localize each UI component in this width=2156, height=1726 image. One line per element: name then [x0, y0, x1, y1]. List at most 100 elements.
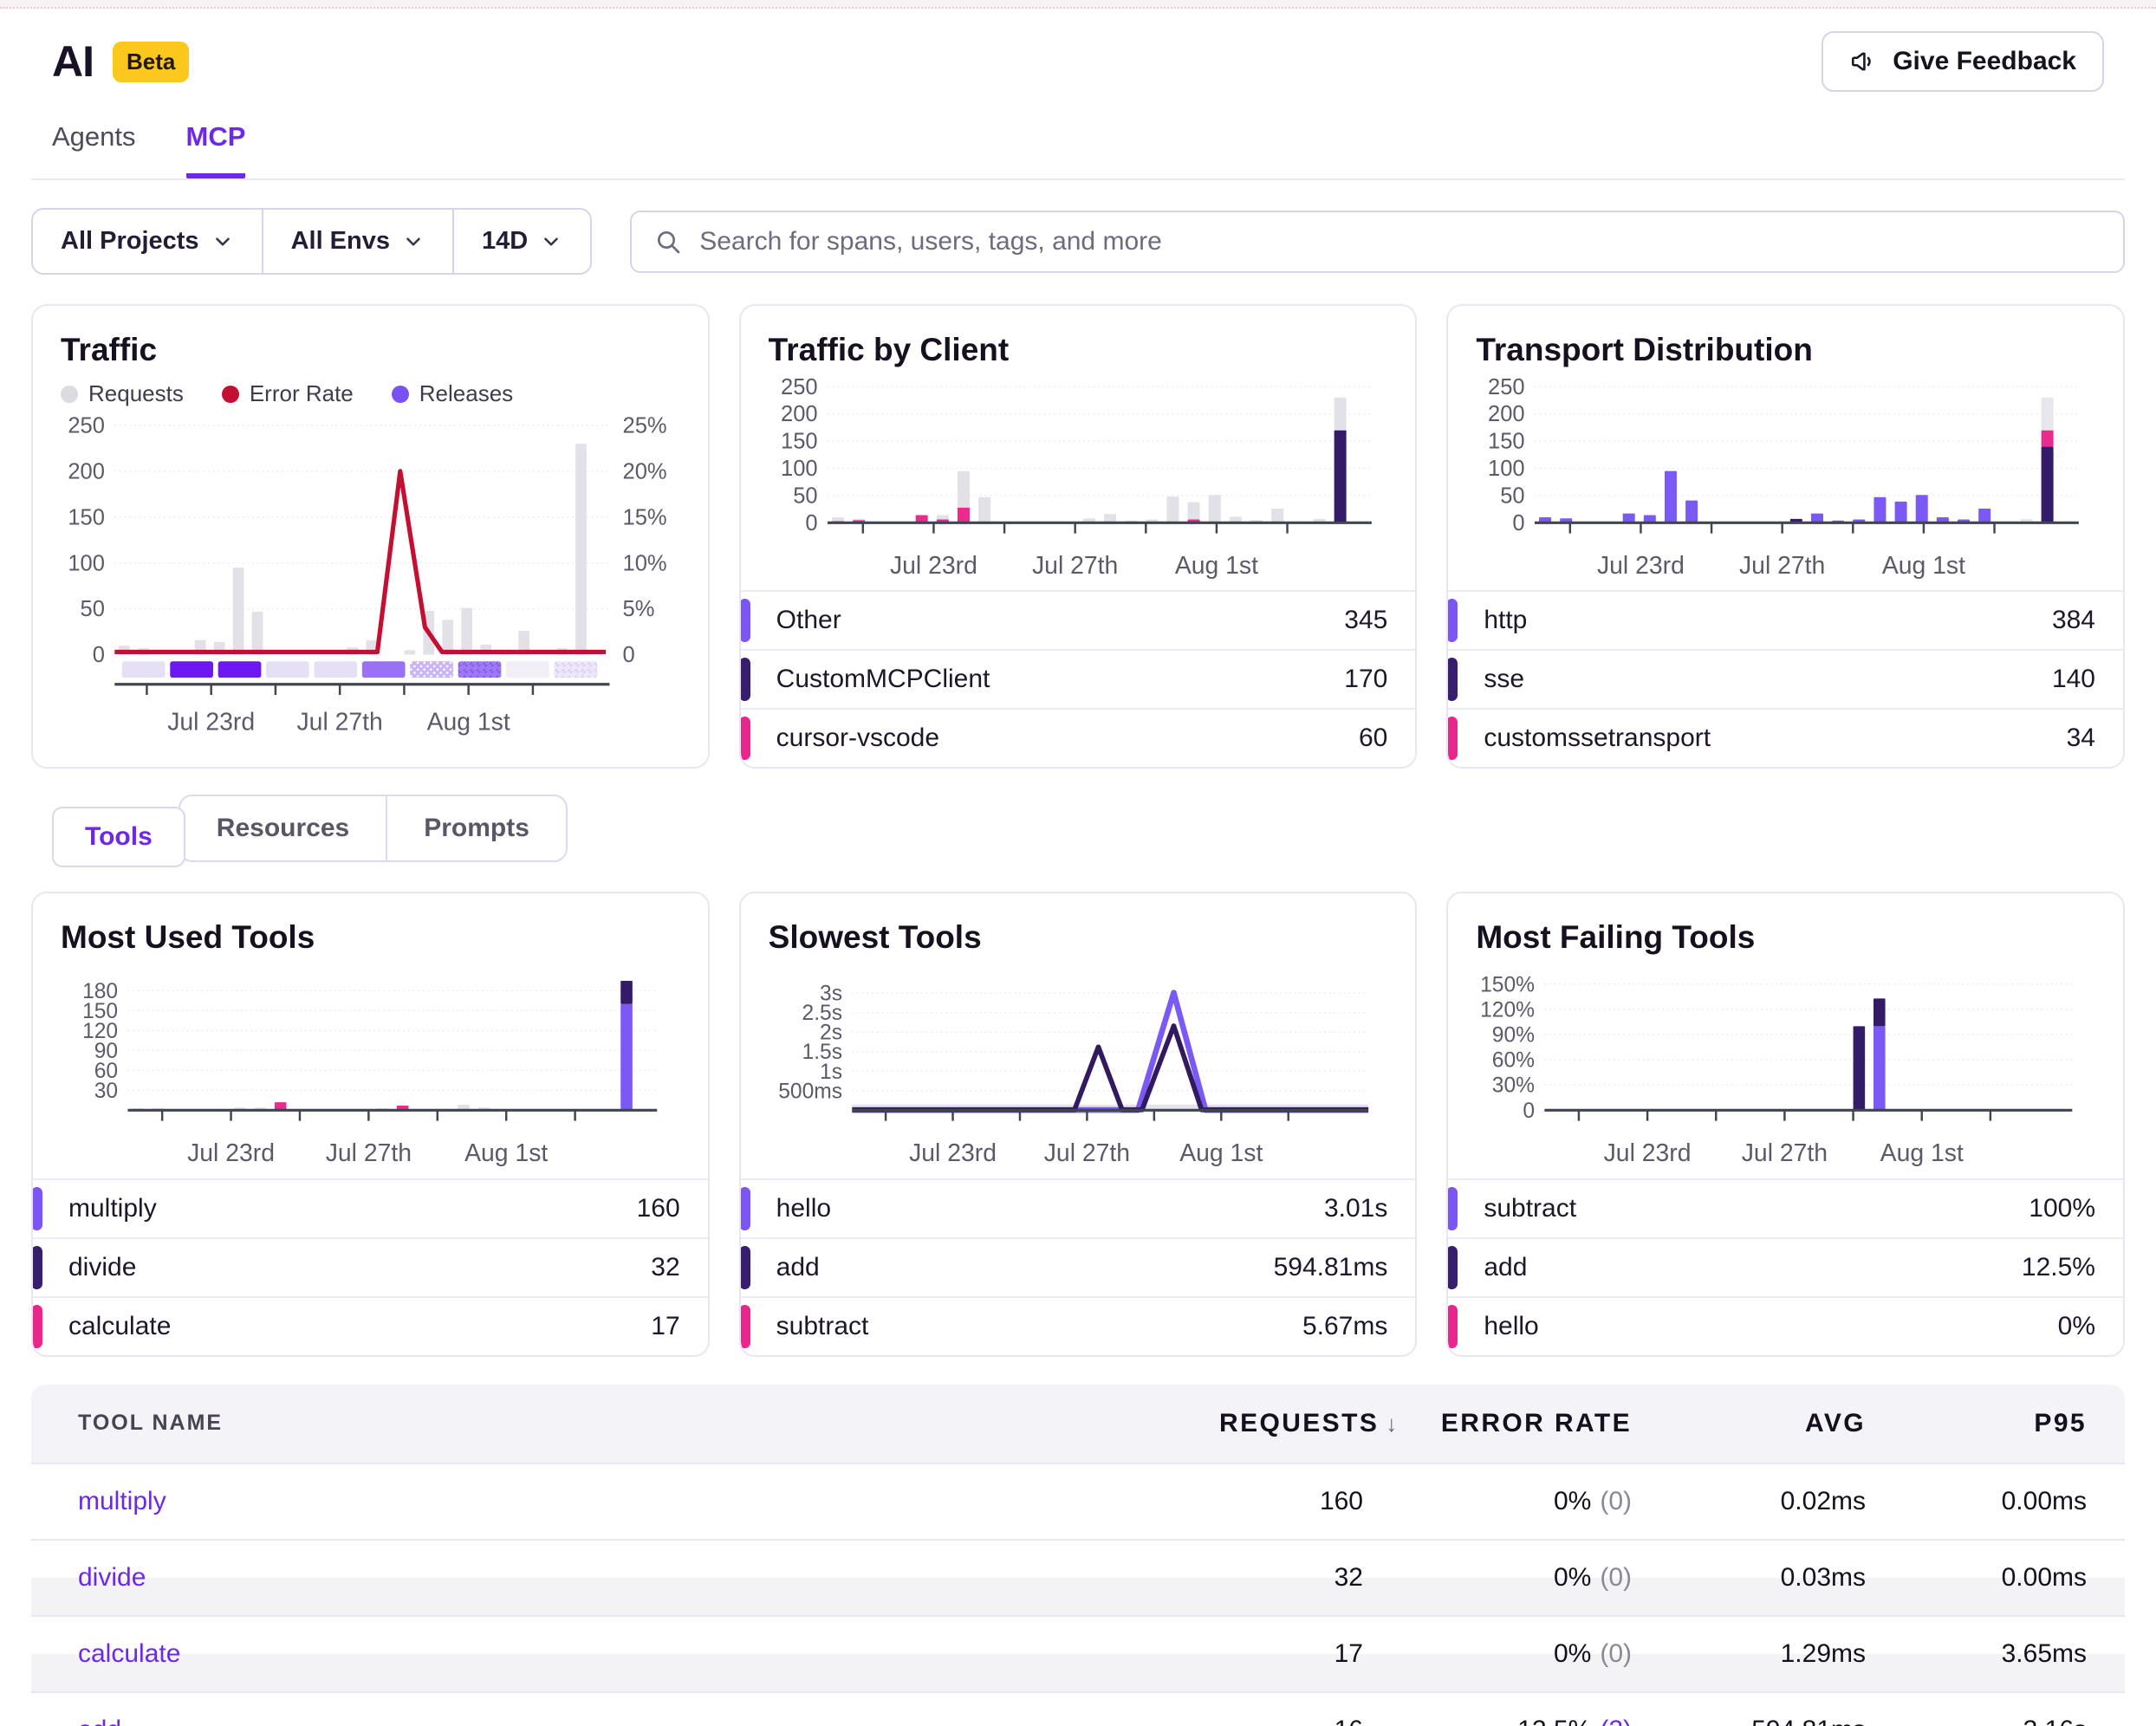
legend-row-customssetransport[interactable]: customssetransport34 [1446, 708, 2125, 767]
column-header-avg[interactable]: Avg [1670, 1409, 1904, 1438]
svg-text:90%: 90% [1492, 1024, 1535, 1048]
svg-text:Jul 27th: Jul 27th [1742, 1139, 1828, 1167]
p95-cell: 3.16s [1904, 1716, 2125, 1726]
transport-legend-list: http384sse140customssetransport34 [1446, 590, 2125, 767]
table-row-add[interactable]: add1612.5%(2)594.81ms3.16s [31, 1691, 2125, 1726]
legend-item-error-rate[interactable]: Error Rate [222, 380, 354, 407]
chevron-down-icon [402, 230, 425, 253]
column-header-error-rate[interactable]: Error Rate [1401, 1409, 1670, 1438]
legend-row-sse[interactable]: sse140 [1446, 649, 2125, 708]
project-filter-label: All Projects [61, 227, 199, 256]
page-header: AI Beta Give Feedback [31, 9, 2125, 92]
tab-resources[interactable]: Resources [180, 796, 386, 860]
table-row-calculate[interactable]: calculate170%(0)1.29ms3.65ms [31, 1615, 2125, 1691]
error-count[interactable]: (2) [1600, 1716, 1632, 1726]
nav-tabs: Agents MCP [31, 92, 2125, 180]
svg-text:5%: 5% [623, 597, 655, 621]
legend-row-divide[interactable]: divide32 [31, 1237, 710, 1296]
legend-row-value: 140 [2052, 665, 2095, 694]
legend-row-http[interactable]: http384 [1446, 590, 2125, 649]
search-bar[interactable] [630, 211, 2125, 273]
column-header-requests[interactable]: Requests↓ [1219, 1409, 1401, 1438]
tab-prompts[interactable]: Prompts [386, 796, 566, 860]
svg-text:Jul 27th: Jul 27th [326, 1139, 412, 1167]
most-used-legend-list: multiply160divide32calculate17 [31, 1178, 710, 1355]
svg-text:10%: 10% [623, 551, 667, 575]
svg-text:30: 30 [94, 1080, 118, 1103]
legend-row-hello[interactable]: hello3.01s [739, 1178, 1418, 1237]
error-rate-cell: 0%(0) [1401, 1563, 1670, 1593]
column-header-p95[interactable]: P95 [1904, 1409, 2125, 1438]
column-header-tool-name[interactable]: Tool Name [31, 1411, 1219, 1436]
legend-row-hello[interactable]: hello0% [1446, 1296, 2125, 1355]
tab-agents[interactable]: Agents [52, 121, 136, 178]
tool-name-link[interactable]: divide [78, 1563, 146, 1592]
legend-row-label: subtract [776, 1312, 1302, 1341]
legend-row-value: 32 [651, 1253, 679, 1282]
svg-text:150: 150 [82, 1000, 118, 1023]
legend-row-subtract[interactable]: subtract100% [1446, 1178, 2125, 1237]
svg-text:20%: 20% [623, 459, 667, 483]
table-row-divide[interactable]: divide320%(0)0.03ms0.00ms [31, 1539, 2125, 1615]
svg-text:0: 0 [805, 511, 817, 535]
env-filter-dropdown[interactable]: All Envs [262, 210, 452, 273]
legend-row-value: 17 [651, 1312, 679, 1341]
legend-row-add[interactable]: add594.81ms [739, 1237, 1418, 1296]
requests-cell: 16 [1219, 1716, 1401, 1726]
traffic-legend: Requests Error Rate Releases [61, 380, 682, 407]
tool-name-link[interactable]: calculate [78, 1639, 180, 1668]
legend-row-custommcpclient[interactable]: CustomMCPClient170 [739, 649, 1418, 708]
filter-group: All Projects All Envs 14D [31, 208, 592, 275]
card-title: Most Failing Tools [1476, 919, 2097, 956]
table-row-multiply[interactable]: multiply1600%(0)0.02ms0.00ms [31, 1463, 2125, 1539]
logo-group: AI Beta [52, 36, 189, 87]
legend-item-releases[interactable]: Releases [392, 380, 513, 407]
tab-mcp[interactable]: MCP [186, 121, 246, 178]
svg-text:Jul 23rd: Jul 23rd [909, 1139, 997, 1167]
legend-row-other[interactable]: Other345 [739, 590, 1418, 649]
legend-row-value: 170 [1344, 665, 1387, 694]
legend-item-requests[interactable]: Requests [61, 380, 184, 407]
search-input[interactable] [698, 226, 2101, 257]
svg-text:Aug 1st: Aug 1st [427, 709, 510, 736]
svg-text:60: 60 [94, 1060, 118, 1083]
avg-cell: 0.03ms [1670, 1563, 1904, 1593]
tab-tools[interactable]: Tools [52, 807, 185, 867]
most-failing-tools-card: Most Failing Tools 030%60%90%120%150%Jul… [1446, 892, 2125, 1356]
tools-cards-row: Most Used Tools 306090120150180Jul 23rdJ… [31, 892, 2125, 1356]
most-used-tools-chart: 306090120150180Jul 23rdJul 27thAug 1st [59, 964, 682, 1171]
error-count: (0) [1600, 1639, 1632, 1668]
legend-row-subtract[interactable]: subtract5.67ms [739, 1296, 1418, 1355]
slowest-tools-chart: 500ms1s1.5s2s2.5s3sJul 23rdJul 27thAug 1… [767, 964, 1390, 1171]
legend-row-cursor-vscode[interactable]: cursor-vscode60 [739, 708, 1418, 767]
svg-text:Aug 1st: Aug 1st [1882, 552, 1965, 580]
svg-text:100: 100 [68, 551, 105, 575]
tool-name-link[interactable]: multiply [78, 1487, 166, 1515]
series-color-chip [739, 1187, 750, 1230]
legend-row-add[interactable]: add12.5% [1446, 1237, 2125, 1296]
date-range-dropdown[interactable]: 14D [452, 210, 590, 273]
legend-row-value: 3.01s [1324, 1194, 1387, 1223]
svg-text:150: 150 [781, 430, 818, 454]
svg-text:50: 50 [793, 483, 817, 508]
series-color-chip [1446, 1187, 1458, 1230]
legend-row-value: 60 [1359, 723, 1387, 753]
p95-cell: 0.00ms [1904, 1563, 2125, 1593]
traffic-chart: 05010015020025005%10%15%20%25%Jul 23rdJu… [59, 409, 682, 745]
svg-text:250: 250 [68, 413, 105, 438]
card-title: Traffic by Client [769, 332, 1390, 368]
requests-cell: 17 [1219, 1639, 1401, 1669]
mcp-dashboard-page: AI Beta Give Feedback Agents MCP All Pro… [0, 9, 2156, 1726]
legend-row-calculate[interactable]: calculate17 [31, 1296, 710, 1355]
give-feedback-button[interactable]: Give Feedback [1822, 31, 2104, 92]
tool-name-link[interactable]: add [78, 1716, 121, 1726]
most-used-tools-card: Most Used Tools 306090120150180Jul 23rdJ… [31, 892, 710, 1356]
svg-text:Aug 1st: Aug 1st [464, 1139, 548, 1167]
legend-row-multiply[interactable]: multiply160 [31, 1178, 710, 1237]
traffic-by-client-card: Traffic by Client 050100150200250Jul 23r… [739, 304, 1418, 769]
series-color-chip [31, 1305, 42, 1348]
legend-row-label: add [776, 1253, 1274, 1282]
requests-cell: 160 [1219, 1487, 1401, 1516]
project-filter-dropdown[interactable]: All Projects [33, 210, 262, 273]
legend-row-value: 5.67ms [1302, 1312, 1387, 1341]
